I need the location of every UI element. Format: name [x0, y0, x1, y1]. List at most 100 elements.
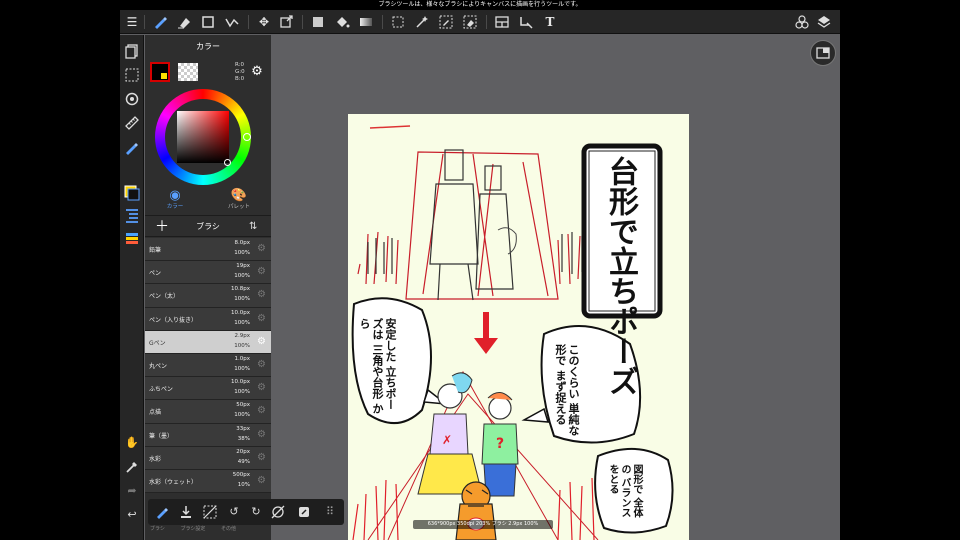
panel-layout-icon[interactable] [494, 14, 510, 30]
rgb-readout: R:0 G:0 B:0 [235, 62, 245, 83]
fill-rect-icon[interactable] [310, 14, 326, 30]
brush-settings-gear-icon[interactable]: ⚙ [257, 452, 266, 464]
layers-icon[interactable] [816, 14, 832, 30]
brush-size: 1.0px [234, 355, 251, 362]
color-tab-icon: ◉ [169, 188, 181, 203]
brush-opacity: 100% [234, 319, 250, 326]
brush-settings-gear-icon[interactable]: ⚙ [257, 313, 266, 325]
bottom-label-brush-settings: ブラシ設定 [180, 526, 206, 532]
top-toolbar: ☰ ✥ T [120, 10, 840, 34]
brush-item[interactable]: ペン（入り抜き） 10.0px 100% ⚙ [145, 307, 271, 331]
brush-name: ペン（入り抜き） [149, 316, 198, 324]
transform-box-icon[interactable] [278, 14, 294, 30]
sv-marker[interactable] [224, 159, 231, 166]
transparent-color-swatch[interactable] [178, 63, 198, 81]
layer-panel-icon[interactable] [124, 231, 140, 247]
brush-settings-gear-icon[interactable]: ⚙ [257, 266, 266, 278]
bubble-left-line-3: 三角や台形 [371, 343, 384, 399]
bubble-right-line-1: このくらい [567, 344, 580, 399]
color-settings-gear-icon[interactable]: ⚙ [250, 65, 264, 79]
brush-quick-icon[interactable] [154, 504, 170, 520]
eraser-icon[interactable] [176, 14, 192, 30]
brush-icon[interactable] [152, 14, 168, 30]
foreground-color-swatch[interactable] [150, 62, 170, 82]
brush-item[interactable]: Gペン 2.9px 100% ⚙ [145, 330, 271, 354]
tab-color[interactable]: ◉ カラー [155, 189, 195, 215]
bubble-left-line-1: 安定した [384, 318, 397, 362]
more-grid-icon[interactable]: ⠿ [322, 504, 338, 520]
brush-settings-gear-icon[interactable]: ⚙ [257, 243, 266, 255]
brush-settings-gear-icon[interactable]: ⚙ [257, 289, 266, 301]
brush-size: 8.0px [234, 240, 251, 246]
ruler-icon[interactable] [124, 115, 140, 131]
brush-settings-gear-icon[interactable]: ⚙ [257, 475, 266, 487]
select-eraser-icon[interactable] [462, 14, 478, 30]
snap-icon[interactable] [518, 14, 534, 30]
text-icon[interactable]: T [542, 14, 558, 30]
color-wheel[interactable] [155, 89, 251, 185]
brush-settings-gear-icon[interactable]: ⚙ [257, 359, 266, 371]
rgb-b: B:0 [235, 76, 245, 82]
brush-opacity: 100% [234, 365, 250, 372]
brush-name: ペン（太） [149, 293, 180, 301]
shape-icon[interactable] [200, 14, 216, 30]
brush-settings-gear-icon[interactable]: ⚙ [257, 336, 266, 348]
brush-opacity: 100% [234, 342, 250, 349]
brush-item[interactable]: 水彩 20px 49% ⚙ [145, 446, 271, 470]
color-panel-icon[interactable] [124, 185, 140, 201]
edit-icon[interactable] [296, 504, 312, 520]
brush-item[interactable]: 水彩（ウェット） 500px 10% ⚙ [145, 469, 271, 494]
rotate-right-icon[interactable]: ↻ [248, 504, 264, 520]
brush-item[interactable]: 鉛筆 8.0px 100% ⚙ [145, 238, 271, 262]
hue-marker[interactable] [243, 133, 251, 141]
brush-size: 50px [236, 402, 250, 409]
brush-item[interactable]: 筆（墨） 33px 38% ⚙ [145, 423, 271, 447]
brush-name: Gペン [149, 339, 166, 347]
redo-icon[interactable]: ➦ [124, 483, 140, 499]
brush-list-icon[interactable] [124, 207, 140, 223]
saturation-value-square[interactable] [177, 111, 229, 163]
bucket-icon[interactable] [334, 14, 350, 30]
brush-name: ふちペン [149, 386, 173, 394]
brush-name: 水彩（ウェット） [149, 478, 198, 486]
fullscreen-toggle-button[interactable] [810, 40, 836, 66]
tab-palette[interactable]: 🎨 パレット [219, 189, 259, 215]
brush-settings-gear-icon[interactable]: ⚙ [257, 382, 266, 394]
transform-icon[interactable] [224, 14, 240, 30]
pages-icon[interactable] [124, 43, 140, 59]
undo-icon[interactable]: ↩ [124, 507, 140, 523]
select-rect-icon[interactable] [390, 14, 406, 30]
selection-icon[interactable] [124, 67, 140, 83]
tool-hint-bar: ブラシツールは、様々なブラシによりキャンバスに描画を行うツールです。 [120, 0, 840, 10]
brush-item[interactable]: 点描 50px 100% ⚙ [145, 400, 271, 424]
brush-item[interactable]: 丸ペン 1.0px 100% ⚙ [145, 353, 271, 378]
brush-size: 10.0px [231, 309, 250, 316]
hand-icon[interactable]: ✋ [124, 435, 140, 451]
brush-settings-gear-icon[interactable]: ⚙ [257, 405, 266, 417]
brush-item[interactable]: ペン 19px 100% ⚙ [145, 261, 271, 285]
toolbar-divider [302, 15, 303, 29]
brush-settings-icon[interactable] [178, 504, 194, 520]
bubble-left-text: 安定した 立ちポーズは 三角や台形 から [358, 318, 397, 414]
select-pen-icon[interactable] [438, 14, 454, 30]
deselect-icon[interactable] [202, 504, 218, 520]
move-icon[interactable]: ✥ [256, 14, 272, 30]
brush-item[interactable]: ふちペン 10.0px 100% ⚙ [145, 377, 271, 401]
brush-name: ペン [149, 270, 162, 278]
canvas[interactable]: ? ✗ 台形で立ちポーズ 安定した 立ちポーズは 三角や台形 から このくらい … [348, 114, 689, 540]
materials-icon[interactable] [794, 14, 810, 30]
tab-palette-label: パレット [227, 204, 250, 210]
rotate-left-icon[interactable]: ↺ [226, 504, 242, 520]
eyedropper-icon[interactable] [124, 459, 140, 475]
rotate-canvas-icon[interactable] [124, 91, 140, 107]
pen-settings-icon[interactable] [124, 139, 140, 155]
brush-name: 丸ペン [149, 362, 168, 370]
gradient-icon[interactable] [358, 14, 374, 30]
brush-item[interactable]: ペン（太） 10.8px 100% ⚙ [145, 284, 271, 308]
brush-size: 20px [236, 448, 250, 455]
brush-settings-gear-icon[interactable]: ⚙ [257, 429, 266, 441]
sort-brushes-icon[interactable]: ⇅ [249, 219, 257, 235]
menu-icon[interactable]: ☰ [124, 14, 140, 30]
magic-wand-icon[interactable] [414, 14, 430, 30]
reset-rotation-icon[interactable] [270, 504, 286, 520]
